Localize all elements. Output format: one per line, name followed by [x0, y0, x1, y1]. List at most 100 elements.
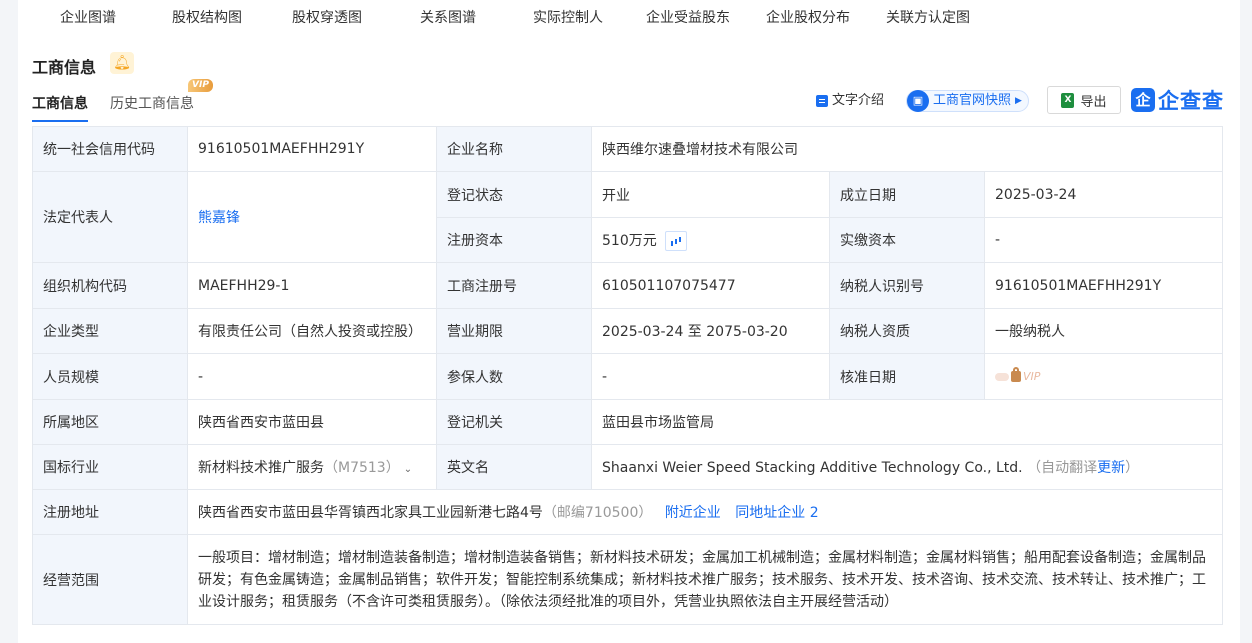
section-title: 工商信息	[32, 58, 97, 77]
reg-capital-cell: 510万元	[591, 217, 830, 263]
page: 企业图谱 股权结构图 股权穿透图 关系图谱 实际控制人 企业受益股东 企业股权分…	[0, 0, 1252, 643]
tax-qual-value: 一般纳税人	[983, 308, 1224, 354]
staff-label: 人员规模	[32, 353, 188, 400]
legal-rep-cell: 熊嘉锋	[187, 171, 437, 263]
company-type-label: 企业类型	[32, 308, 188, 354]
table-row: 国标行业 新材料技术推广服务（M7513） ⌄ 英文名 Shaanxi Weier…	[32, 444, 1224, 490]
chevron-down-icon[interactable]: ⌄	[404, 464, 412, 475]
approve-date-label: 核准日期	[829, 353, 985, 400]
company-name-value: 陕西维尔速叠增材技术有限公司	[590, 126, 1224, 172]
table-row: 统一社会信用代码 91610501MAEFHH291Y 企业名称 陕西维尔速叠增…	[32, 126, 1224, 172]
table-row: 注册地址 陕西省西安市蓝田县华胥镇西北家具工业园新港七路4号（邮编710500）…	[32, 489, 1224, 535]
credit-code-label: 统一社会信用代码	[32, 126, 188, 172]
term-value: 2025-03-24 至 2075-03-20	[591, 308, 830, 354]
business-info-table: 统一社会信用代码 91610501MAEFHH291Y 企业名称 陕西维尔速叠增…	[32, 126, 1224, 625]
nav-beneficial-owner[interactable]: 企业受益股东	[646, 7, 730, 27]
top-nav: 企业图谱 股权结构图 股权穿透图 关系图谱 实际控制人 企业受益股东 企业股权分…	[18, 0, 1240, 36]
qcc-logo-icon: 企	[1131, 88, 1155, 112]
credit-code-value: 91610501MAEFHH291Y	[187, 126, 437, 172]
address-label: 注册地址	[32, 489, 188, 535]
industry-label: 国标行业	[32, 444, 188, 490]
tab-business-info[interactable]: 工商信息	[32, 93, 88, 122]
same-address-link[interactable]: 同地址企业 2	[735, 505, 818, 521]
company-info-panel: 企业图谱 股权结构图 股权穿透图 关系图谱 实际控制人 企业受益股东 企业股权分…	[18, 0, 1240, 643]
scope-value: 一般项目：增材制造；增材制造装备制造；增材制造装备销售；新材料技术研发；金属加工…	[186, 534, 1224, 625]
official-snapshot-button[interactable]: ▣ 工商官网快照 ▶	[906, 90, 1029, 112]
est-date-label: 成立日期	[829, 171, 985, 218]
insured-value: -	[591, 353, 830, 400]
region-label: 所属地区	[32, 399, 188, 445]
nearby-companies-link[interactable]: 附近企业	[665, 505, 721, 521]
snapshot-label: 工商官网快照	[933, 93, 1012, 108]
tax-qual-label: 纳税人资质	[829, 308, 985, 354]
biz-reg-no-label: 工商注册号	[436, 262, 592, 309]
industry-code: （M7513）	[324, 460, 400, 476]
text-intro-button[interactable]: 文字介绍	[816, 90, 884, 112]
scope-label: 经营范围	[32, 534, 188, 625]
org-code-value: MAEFHH29-1	[187, 262, 437, 309]
nav-relation-graph[interactable]: 关系图谱	[420, 7, 476, 27]
table-row: 企业类型 有限责任公司（自然人投资或控股） 营业期限 2025-03-24 至 …	[32, 308, 1224, 354]
address-cell: 陕西省西安市蓝田县华胥镇西北家具工业园新港七路4号（邮编710500） 附近企业…	[186, 489, 1224, 535]
play-arrow-icon: ▶	[1015, 96, 1022, 106]
nav-enterprise-graph[interactable]: 企业图谱	[60, 7, 116, 27]
insured-label: 参保人数	[436, 353, 592, 400]
paid-capital-label: 实缴资本	[829, 217, 985, 263]
camera-icon: ▣	[907, 90, 929, 112]
biz-reg-no-value: 610501107075477	[591, 262, 830, 309]
blurred-value	[995, 372, 1009, 381]
industry-value: 新材料技术推广服务	[198, 460, 324, 476]
paid-capital-value: -	[983, 217, 1224, 263]
est-date-value: 2025-03-24	[983, 171, 1224, 218]
brand-logo: 企 企查查	[1131, 86, 1224, 114]
close-paren: ）	[1125, 460, 1140, 476]
address-value: 陕西省西安市蓝田县华胥镇西北家具工业园新港七路4号	[198, 505, 543, 521]
en-name-cell: Shaanxi Weier Speed Stacking Additive Te…	[590, 444, 1224, 490]
industry-cell[interactable]: 新材料技术推广服务（M7513） ⌄	[187, 444, 437, 490]
lock-icon	[1011, 367, 1021, 382]
bell-icon[interactable]: 🔔︎	[110, 52, 134, 74]
approve-date-cell: VIP	[983, 353, 1224, 400]
region-value: 陕西省西安市蓝田县	[187, 399, 437, 445]
en-name-label: 英文名	[436, 444, 592, 490]
export-label: 导出	[1080, 94, 1107, 110]
nav-equity-distribution[interactable]: 企业股权分布	[766, 7, 850, 27]
bar-chart-icon[interactable]	[664, 230, 687, 251]
auto-translate-note: （自动翻译	[1027, 460, 1098, 476]
tab-history-business-info[interactable]: 历史工商信息	[110, 93, 194, 113]
export-button[interactable]: X 导出	[1047, 86, 1121, 114]
document-icon	[816, 95, 828, 107]
excel-icon: X	[1061, 92, 1075, 108]
org-code-label: 组织机构代码	[32, 262, 188, 309]
nav-actual-controller[interactable]: 实际控制人	[533, 7, 603, 27]
table-row: 人员规模 - 参保人数 - 核准日期 VIP	[32, 353, 1224, 400]
reg-status-label: 登记状态	[436, 171, 592, 218]
table-row: 组织机构代码 MAEFHH29-1 工商注册号 610501107075477 …	[32, 262, 1224, 309]
table-row: 经营范围 一般项目：增材制造；增材制造装备制造；增材制造装备销售；新材料技术研发…	[32, 534, 1224, 625]
company-type-value: 有限责任公司（自然人投资或控股）	[187, 308, 437, 354]
legal-rep-label: 法定代表人	[32, 171, 188, 263]
vip-locked-value[interactable]: VIP	[995, 367, 1041, 383]
table-row: 法定代表人 熊嘉锋 登记状态 开业 成立日期 2025-03-24	[32, 171, 1224, 263]
legal-rep-link[interactable]: 熊嘉锋	[198, 210, 240, 226]
nav-equity-structure[interactable]: 股权结构图	[172, 7, 242, 27]
table-row: 所属地区 陕西省西安市蓝田县 登记机关 蓝田县市场监管局	[32, 399, 1224, 445]
staff-value: -	[187, 353, 437, 400]
vip-badge: VIP	[188, 79, 213, 92]
brand-name: 企查查	[1158, 89, 1224, 113]
nav-equity-penetration[interactable]: 股权穿透图	[292, 7, 362, 27]
nav-related-party[interactable]: 关联方认定图	[886, 7, 970, 27]
term-label: 营业期限	[436, 308, 592, 354]
authority-label: 登记机关	[436, 399, 592, 445]
vip-lock-label: VIP	[1023, 370, 1041, 383]
reg-capital-value: 510万元	[602, 232, 657, 249]
company-name-label: 企业名称	[436, 126, 592, 172]
en-name-value: Shaanxi Weier Speed Stacking Additive Te…	[602, 460, 1023, 476]
text-intro-label: 文字介绍	[832, 93, 885, 108]
taxpayer-id-value: 91610501MAEFHH291Y	[983, 262, 1224, 309]
authority-value: 蓝田县市场监管局	[590, 399, 1224, 445]
update-link[interactable]: 更新	[1097, 460, 1125, 476]
postcode-value: （邮编710500）	[542, 505, 653, 521]
reg-status-value: 开业	[591, 171, 830, 218]
reg-capital-label: 注册资本	[436, 217, 592, 263]
